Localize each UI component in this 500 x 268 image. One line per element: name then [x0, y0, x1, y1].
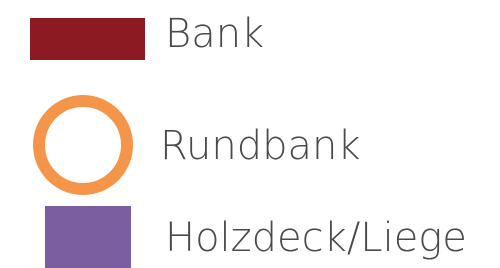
map-legend: Bank Rundbank Holzdeck/Liege: [0, 0, 500, 268]
holzdeck-swatch: [45, 206, 131, 268]
holzdeck-label: Holzdeck/Liege: [165, 215, 467, 261]
bank-label: Bank: [165, 11, 265, 57]
bank-swatch: [30, 18, 145, 60]
rundbank-swatch: [33, 95, 133, 195]
rundbank-label: Rundbank: [160, 123, 361, 169]
